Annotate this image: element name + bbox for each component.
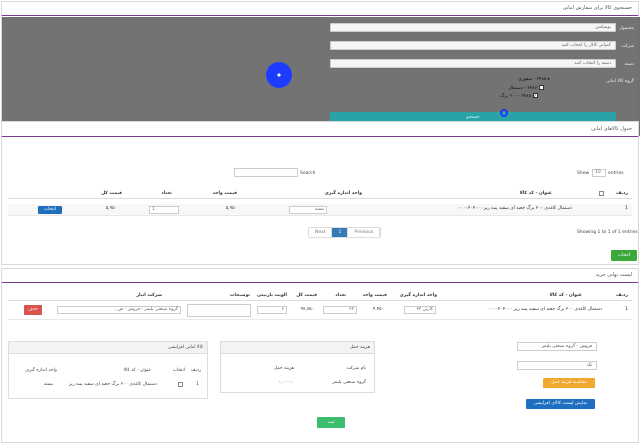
row-notes-textarea[interactable]: [187, 304, 251, 317]
search-panel: جستجوی کالا برای سفارش امانی محصول بوشکش…: [1, 1, 640, 136]
tree-item[interactable]: ▸ ۲۴۸۵ - سفوری: [500, 77, 550, 85]
final-table-header: ردیف عنوان - کد کالا واحد اندازه گیری قی…: [8, 291, 632, 301]
col-shipping-company: نام شرکت: [346, 366, 366, 371]
addon-row-checkbox[interactable]: [178, 382, 183, 387]
col-addon-select: انتخاب: [172, 368, 185, 373]
show-addon-list-button[interactable]: نمایش لیست کالای افزایشی: [526, 399, 595, 409]
row-index: 1: [625, 206, 628, 211]
cursor-spinner-icon: [500, 109, 508, 117]
row-qty-input[interactable]: 1: [149, 206, 179, 214]
row-qty-input[interactable]: ۲۲: [323, 306, 357, 314]
pagination: Next 1 Previous: [308, 227, 382, 238]
col-notes: توضیحات: [229, 293, 250, 298]
col-unit-price[interactable]: قیمت واحد: [213, 191, 237, 196]
tree-checkbox[interactable]: [539, 85, 544, 90]
show-label: Show: [577, 171, 590, 176]
category-select[interactable]: دسته را انتخاب کنید: [330, 59, 616, 68]
row-unit-select[interactable]: کارتن ۷۲: [404, 306, 436, 314]
row-unit-price: ۵,۹۵۰: [225, 206, 237, 211]
products-panel: جدول کالاهای امانی Show 10 entries Searc…: [1, 121, 639, 265]
row-title: دستمال کاغذی ۲۰۰ برگ جعبه ای سفید پنبه ر…: [458, 206, 572, 211]
col-total[interactable]: قیمت کل: [101, 191, 122, 196]
final-panel-divider: [2, 282, 638, 283]
products-table-header: ردیف عنوان - کد کالا واحد اندازه گیری قی…: [8, 189, 632, 199]
next-page-button[interactable]: Next: [309, 228, 333, 237]
final-table-row: 1 دستمال کاغذی ۲۰۰ برگ جعبه ای سفید پنبه…: [8, 302, 632, 320]
row-total: ۵,۹۵۰: [105, 206, 117, 211]
product-select[interactable]: بوشکش: [330, 23, 616, 32]
final-list-panel: لیست نهایی خرید ردیف عنوان - کد کالا واح…: [1, 268, 639, 443]
vehicle-select[interactable]: تک: [517, 361, 597, 370]
tree-checkbox[interactable]: ✓: [533, 93, 538, 99]
col-index[interactable]: ردیف: [616, 191, 628, 196]
col-qty: تعداد: [335, 293, 346, 298]
previous-page-button[interactable]: Previous: [348, 228, 381, 237]
col-title: عنوان - کد کالا: [549, 293, 582, 298]
table-search-input[interactable]: [234, 168, 298, 177]
loading-spinner-icon: [266, 62, 292, 88]
addon-row-unit: بسته: [43, 382, 53, 387]
products-panel-divider: [2, 136, 638, 137]
select-all-checkbox[interactable]: [599, 191, 604, 196]
shipping-box-title: هزینه حمل: [349, 345, 370, 350]
search-panel-divider: [2, 15, 638, 16]
row-priority-input[interactable]: ۶: [257, 306, 287, 314]
loading-overlay: محصول بوشکش شرکت کمپانی کالار را انتخاب …: [2, 17, 640, 136]
row-company-select[interactable]: گروه صنعتی پلیمر - فروش - س...: [57, 306, 181, 314]
row-unit-price: ۴,۴۵۰: [372, 307, 384, 312]
row-index: 1: [625, 307, 628, 312]
addon-box-title: کالا امانی افزایشی: [167, 345, 203, 350]
calc-shipping-button[interactable]: محاسبه هزینه حمل: [543, 378, 595, 388]
col-addon-title: عنوان - کد کالا: [123, 368, 151, 373]
col-priority: الویت بازبینی: [257, 293, 287, 298]
row-title: دستمال کاغذی ۲۰۰ برگ جعبه ای سفید پنبه ر…: [488, 307, 602, 312]
tree-expand-icon[interactable]: ▸: [548, 77, 550, 82]
category-label: دسته: [624, 62, 634, 67]
row-unit-select[interactable]: بسته: [289, 206, 327, 214]
shipping-cost-box: هزینه حمل نام شرکت هزینه حمل گروه صنعتی …: [220, 341, 375, 393]
col-company: شرکت انبار: [136, 293, 162, 298]
delete-button[interactable]: حذف: [24, 305, 42, 315]
final-panel-title: لیست نهایی خرید: [595, 272, 632, 278]
col-qty[interactable]: تعداد: [161, 191, 172, 196]
shipping-company: گروه صنعتی پلیمر: [332, 380, 366, 385]
addon-row-title: دستمال کاغذی ۲۰۰ برگ جعبه ای سفید پنبه ر…: [68, 382, 157, 387]
col-title[interactable]: عنوان - کد کالا: [519, 191, 552, 196]
col-index: ردیف: [616, 293, 628, 298]
warehouse-company-select[interactable]: فروش - گروه صنعتی پلیمر: [517, 342, 597, 351]
entries-label: entries: [608, 171, 624, 176]
addon-items-box: کالا امانی افزایشی ردیف انتخاب عنوان - ک…: [8, 341, 208, 399]
table-info: Showing 1 to 1 of 1 entries: [577, 230, 638, 235]
tree-label: گروه کالا امانی: [605, 79, 634, 84]
search-label: Search: [300, 171, 316, 176]
row-select-button[interactable]: انتخاب: [38, 206, 62, 214]
table-row: 1 دستمال کاغذی ۲۰۰ برگ جعبه ای سفید پنبه…: [8, 204, 632, 216]
entries-select[interactable]: 10: [592, 169, 606, 177]
tree-item[interactable]: ✓۲۴۸۸ - ۲۰۰ برگ: [500, 93, 550, 101]
col-unit-price: قیمت واحد: [362, 293, 387, 298]
category-tree: ▸ ۲۴۸۵ - سفوری ۲۴۸۷ - دستمال ✓۲۴۸۸ - ۲۰۰…: [500, 77, 550, 101]
search-panel-title: جستجوی کالا برای سفارش امانی: [562, 5, 632, 11]
col-addon-unit: واحد اندازه گیری: [25, 368, 57, 373]
product-label: محصول: [619, 26, 634, 31]
col-unit: واحد اندازه گیری: [399, 293, 437, 298]
addon-row-index: 1: [196, 382, 199, 387]
page-1-button[interactable]: 1: [332, 228, 349, 237]
row-total: ۹۷,۷۵۰: [300, 307, 314, 312]
col-shipping-cost: هزینه حمل: [273, 366, 294, 371]
col-total: قیمت کل: [296, 293, 317, 298]
products-panel-title: جدول کالاهای امانی: [591, 126, 632, 132]
company-select[interactable]: کمپانی کالار را انتخاب کنید: [330, 41, 616, 50]
select-button[interactable]: انتخاب: [611, 250, 637, 261]
col-unit[interactable]: واحد اندازه گیری: [325, 191, 362, 196]
submit-button[interactable]: ثبت: [317, 417, 345, 428]
shipping-cost: ۰,۰۰۰۰۰: [278, 380, 294, 385]
tree-item[interactable]: ۲۴۸۷ - دستمال: [500, 85, 550, 93]
company-label: شرکت: [621, 44, 634, 49]
col-addon-index: ردیف: [190, 368, 201, 373]
